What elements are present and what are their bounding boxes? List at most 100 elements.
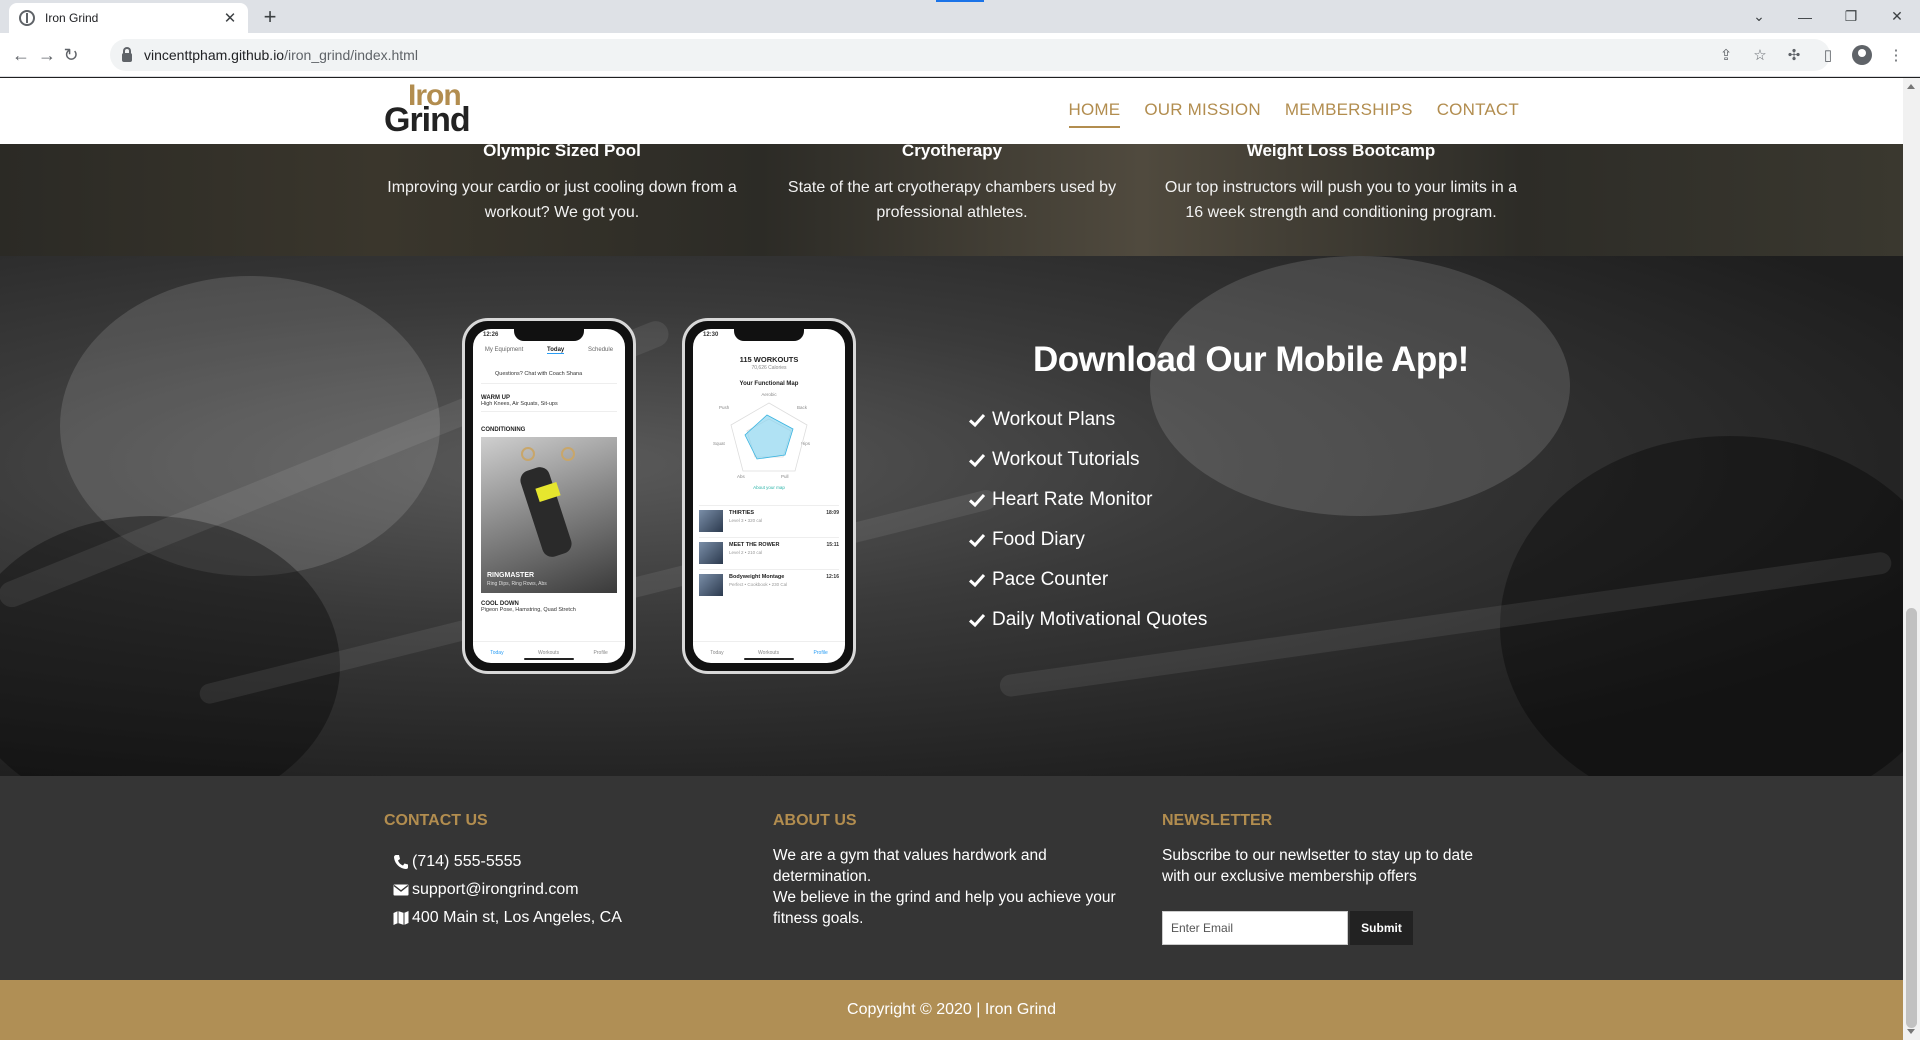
coach-row: Questions? Chat with Coach Shana [481,367,617,384]
newsletter-form: Submit [1162,911,1502,945]
contact-phone-text: (714) 555-5555 [412,853,522,870]
page-viewport: Iron Grind HOME OUR MISSION MEMBERSHIPS … [0,78,1903,1040]
feature-label: Food Diary [992,529,1085,550]
restore-icon[interactable]: ❐ [1828,0,1874,33]
logo[interactable]: Iron Grind [384,81,471,138]
radar-label: Push [719,405,730,410]
feature-item: Pace Counter [968,560,1207,600]
phone-screen: 12:30 115 WORKOUTS 70,626 Calories Your … [693,329,845,663]
site-header: Iron Grind HOME OUR MISSION MEMBERSHIPS … [0,78,1903,144]
map-icon [393,911,409,925]
photo-sub: Ring Dips, Ring Rows, Abs [487,581,547,587]
phone-nav-item: Profile [813,649,828,656]
browser-tab[interactable]: Iron Grind ✕ [9,3,248,33]
scroll-down-arrow-icon[interactable] [1907,1029,1915,1034]
feature-item: Heart Rate Monitor [968,480,1207,520]
copyright-bar: Copyright © 2020 | Iron Grind [0,980,1903,1040]
side-panel-icon[interactable]: ▯ [1818,45,1838,65]
radar-label: Squat [713,441,725,446]
close-window-icon[interactable]: ✕ [1874,0,1920,33]
workout-title: Bodyweight Montage [729,574,785,580]
phone-tab-active: Today [547,347,565,354]
about-paragraph-1: We are a gym that values hardwork and de… [773,847,1047,885]
newsletter-email-input[interactable] [1162,911,1348,945]
globe-icon [19,10,35,26]
calories-count: 70,626 Calories [751,365,787,371]
phone-nav-item: Today [490,649,504,656]
contact-list: (714) 555-5555 support@irongrind.com 400… [384,848,622,932]
phone-icon [394,855,408,869]
phone-nav-item: Profile [593,649,608,656]
check-icon [968,493,986,508]
workout-title: MEET THE ROWER [729,542,780,548]
mobile-app-section: 12:26 My Equipment Today Schedule Questi… [0,256,1903,776]
radar-label: Abs [737,474,745,479]
check-icon [968,613,986,628]
amenity-desc: State of the art cryotherapy chambers us… [787,179,1117,221]
tab-indicator [936,0,984,2]
share-icon[interactable]: ⇪ [1716,45,1736,65]
workout-thumb [699,542,723,564]
amenity-title: Olympic Sized Pool [483,141,641,160]
tab-title: Iron Grind [45,11,99,25]
site-footer: CONTACT US (714) 555-5555 support@irongr… [0,776,1903,980]
nav-contact[interactable]: CONTACT [1437,100,1519,128]
feature-item: Food Diary [968,520,1207,560]
reload-icon[interactable]: ↻ [58,42,84,68]
lock-icon[interactable] [122,46,132,62]
phone-notch [734,329,804,341]
footer-about: ABOUT US We are a gym that values hardwo… [773,812,1143,929]
feature-label: Workout Plans [992,409,1116,430]
browser-toolbar: ← → ↻ vincenttpham.github.io/iron_grind/… [0,33,1920,77]
amenity-desc: Our top instructors will push you to you… [1164,179,1518,221]
footer-contact: CONTACT US (714) 555-5555 support@irongr… [384,812,622,932]
new-tab-icon[interactable]: + [258,4,282,30]
bookmark-star-icon[interactable]: ☆ [1750,45,1770,65]
check-icon [968,413,986,428]
newsletter-submit-button[interactable]: Submit [1350,911,1413,945]
close-tab-icon[interactable]: ✕ [222,9,238,27]
forward-icon[interactable]: → [34,42,60,68]
toolbar-icons: ⇪ ☆ ✣ ▯ ⋮ [1716,33,1906,77]
amenity-title: Weight Loss Bootcamp [1246,141,1436,160]
scroll-up-arrow-icon[interactable] [1907,84,1915,89]
workout-sub: Level 2 • 210 cal [729,550,763,555]
workout-time: 12:16 [826,574,839,580]
contact-email-text[interactable]: support@irongrind.com [412,881,579,899]
ring-shape [561,447,575,461]
nav-home[interactable]: HOME [1068,100,1121,128]
tab-search-icon[interactable]: ⌄ [1736,0,1782,33]
phone-mockup-profile: 12:30 115 WORKOUTS 70,626 Calories Your … [682,318,856,674]
footer-contact-heading: CONTACT US [384,812,488,829]
page-scrollbar[interactable] [1903,78,1920,1040]
amenity-pool: Olympic Sized Pool Improving your cardio… [377,141,747,225]
menu-dots-icon[interactable]: ⋮ [1886,45,1906,65]
amenities-section: Olympic Sized Pool Improving your cardio… [0,141,1903,256]
url-text[interactable]: vincenttpham.github.io/iron_grind/index.… [144,47,418,63]
workout-thumb [699,510,723,532]
profile-avatar-icon[interactable] [1852,45,1872,65]
workout-item: THIRTIES Level 3 • 320 cal 18:09 [699,505,839,535]
workout-title: THIRTIES [729,510,755,516]
address-bar[interactable]: vincenttpham.github.io/iron_grind/index.… [110,39,1830,71]
photo-title: RINGMASTER [487,572,535,579]
envelope-icon [393,884,409,896]
extensions-puzzle-icon[interactable]: ✣ [1784,45,1804,65]
app-feature-list: Workout Plans Workout Tutorials Heart Ra… [968,400,1207,640]
phone-mockup-today: 12:26 My Equipment Today Schedule Questi… [462,318,636,674]
cooldown-row: COOL DOWN Pigeon Pose, Hamstring, Quad S… [481,599,617,615]
browser-tab-strip: Iron Grind ✕ + ⌄ — ❐ ✕ [0,0,1920,33]
radar-label: Pull [781,474,789,479]
copyright-text: Copyright © 2020 | Iron Grind [847,1001,1056,1018]
nav-memberships[interactable]: MEMBERSHIPS [1285,100,1413,128]
feature-item: Daily Motivational Quotes [968,600,1207,640]
contact-address: 400 Main st, Los Angeles, CA [393,904,622,932]
scroll-thumb[interactable] [1906,608,1917,1028]
footer-newsletter: NEWSLETTER Subscribe to our newlsetter t… [1162,812,1502,945]
bg-highlight [1150,256,1570,516]
main-nav: HOME OUR MISSION MEMBERSHIPS CONTACT [1068,100,1519,128]
back-icon[interactable]: ← [8,42,34,68]
check-icon [968,453,986,468]
nav-our-mission[interactable]: OUR MISSION [1144,100,1261,128]
minimize-icon[interactable]: — [1782,0,1828,33]
